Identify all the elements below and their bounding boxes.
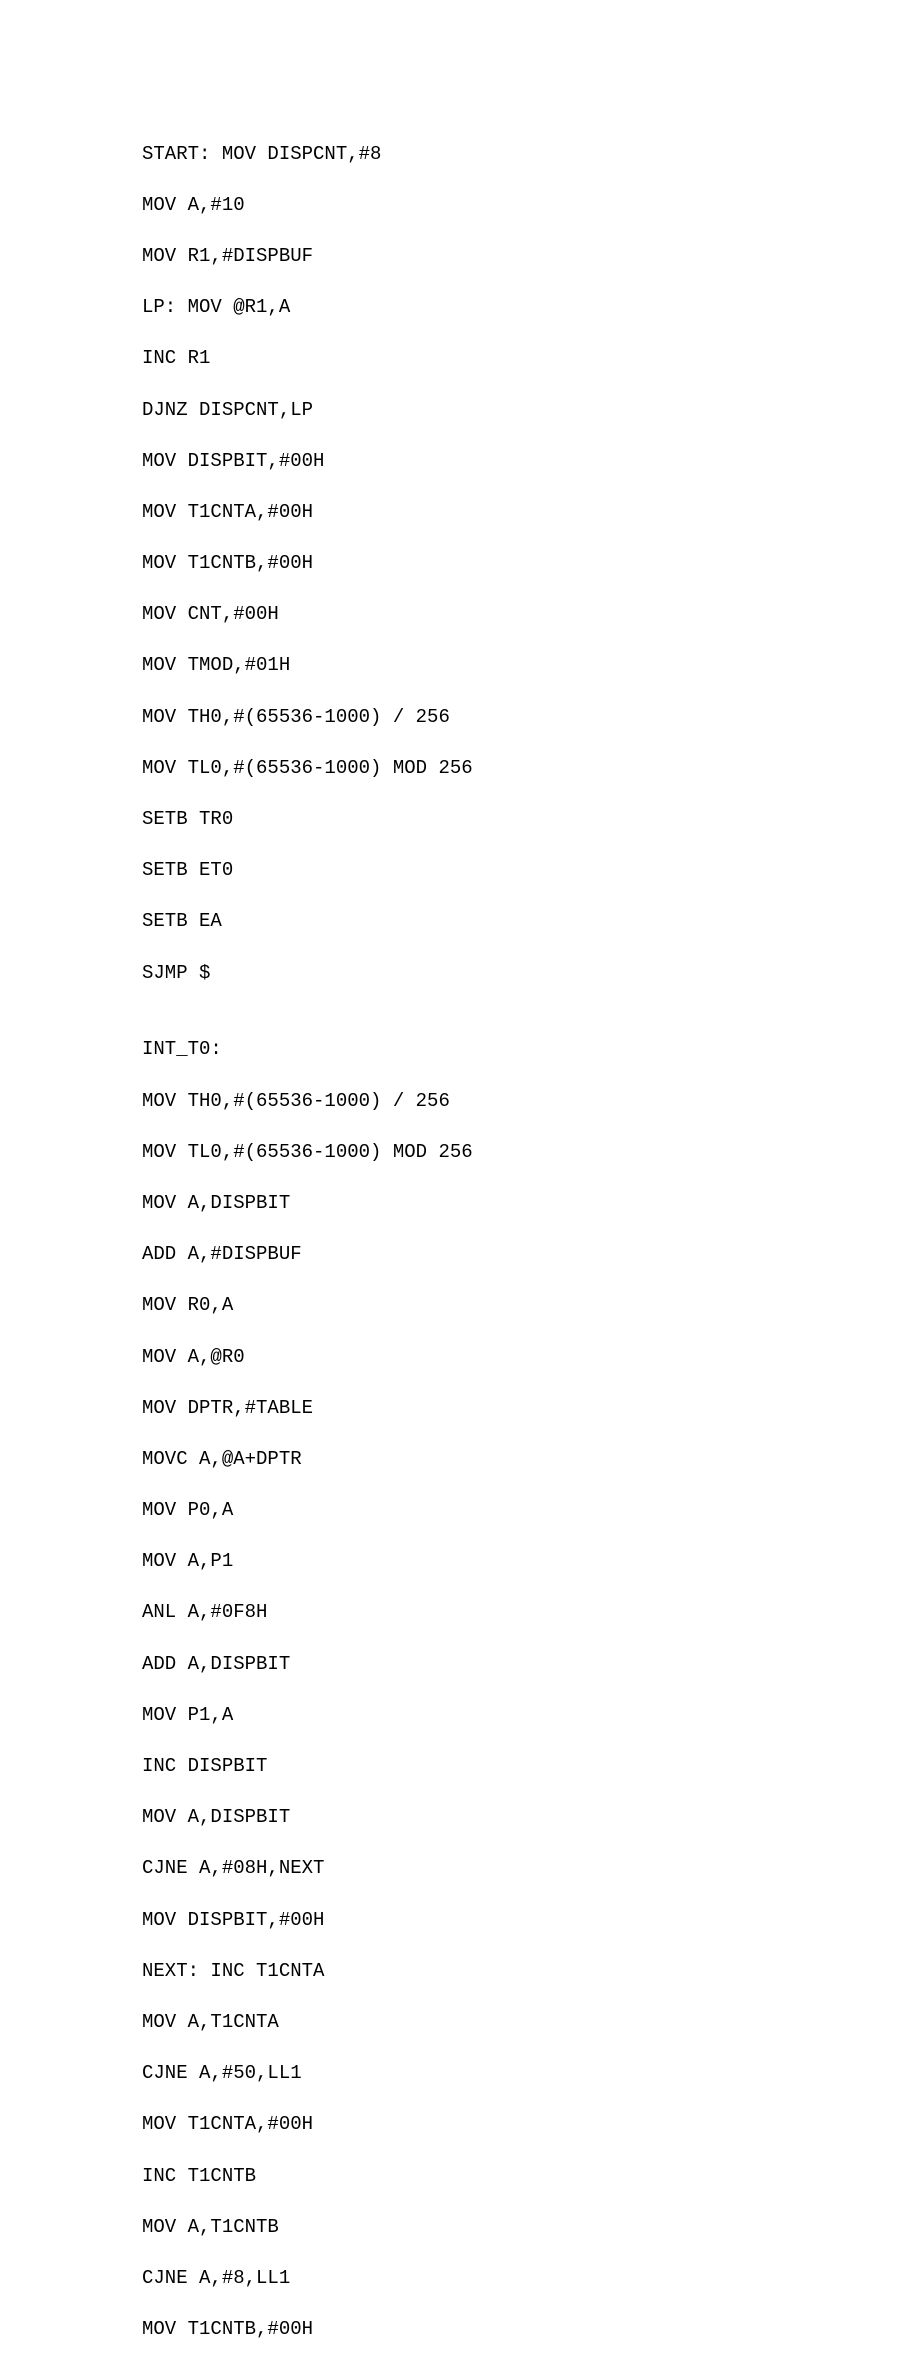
code-line: MOV DISPBIT,#00H <box>142 1908 920 1934</box>
code-line: MOV TL0,#(65536-1000) MOD 256 <box>142 1140 920 1166</box>
code-line: MOV A,T1CNTB <box>142 2215 920 2241</box>
code-line: MOV TMOD,#01H <box>142 653 920 679</box>
code-line: INT_T0: <box>142 1037 920 1063</box>
code-line: LP: MOV @R1,A <box>142 295 920 321</box>
code-line: SETB TR0 <box>142 807 920 833</box>
code-line: SETB ET0 <box>142 858 920 884</box>
code-line: ADD A,DISPBIT <box>142 1652 920 1678</box>
code-line: CJNE A,#8,LL1 <box>142 2266 920 2292</box>
code-line: MOV P0,A <box>142 1498 920 1524</box>
code-line: NEXT: INC T1CNTA <box>142 1959 920 1985</box>
code-line: ANL A,#0F8H <box>142 1600 920 1626</box>
code-line: INC R1 <box>142 346 920 372</box>
code-line: MOV TL0,#(65536-1000) MOD 256 <box>142 756 920 782</box>
code-line: MOV A,T1CNTA <box>142 2010 920 2036</box>
code-line: MOV T1CNTB,#00H <box>142 551 920 577</box>
code-line: MOV TH0,#(65536-1000) / 256 <box>142 1089 920 1115</box>
code-line: MOV A,@R0 <box>142 1345 920 1371</box>
code-line: MOV P1,A <box>142 1703 920 1729</box>
code-line: MOV R1,#DISPBUF <box>142 244 920 270</box>
code-line: MOV T1CNTA,#00H <box>142 2112 920 2138</box>
code-line: SETB EA <box>142 909 920 935</box>
code-line: DJNZ DISPCNT,LP <box>142 398 920 424</box>
code-line: START: MOV DISPCNT,#8 <box>142 142 920 168</box>
code-line: INC T1CNTB <box>142 2164 920 2190</box>
code-line: MOV TH0,#(65536-1000) / 256 <box>142 705 920 731</box>
code-line: MOV A,DISPBIT <box>142 1191 920 1217</box>
code-line: MOV T1CNTB,#00H <box>142 2317 920 2343</box>
code-line: CJNE A,#08H,NEXT <box>142 1856 920 1882</box>
code-line: MOV R0,A <box>142 1293 920 1319</box>
code-line: MOV DISPBIT,#00H <box>142 449 920 475</box>
code-line: SJMP $ <box>142 961 920 987</box>
code-line: MOV A,#10 <box>142 193 920 219</box>
code-line: MOV CNT,#00H <box>142 602 920 628</box>
code-line: MOV DPTR,#TABLE <box>142 1396 920 1422</box>
code-line: CJNE A,#50,LL1 <box>142 2061 920 2087</box>
code-line: MOV A,P1 <box>142 1549 920 1575</box>
code-line: INC DISPBIT <box>142 1754 920 1780</box>
code-line: MOV T1CNTA,#00H <box>142 500 920 526</box>
code-line: MOVC A,@A+DPTR <box>142 1447 920 1473</box>
code-line: ADD A,#DISPBUF <box>142 1242 920 1268</box>
code-listing: START: MOV DISPCNT,#8 MOV A,#10 MOV R1,#… <box>0 0 920 2368</box>
code-line: MOV A,DISPBIT <box>142 1805 920 1831</box>
